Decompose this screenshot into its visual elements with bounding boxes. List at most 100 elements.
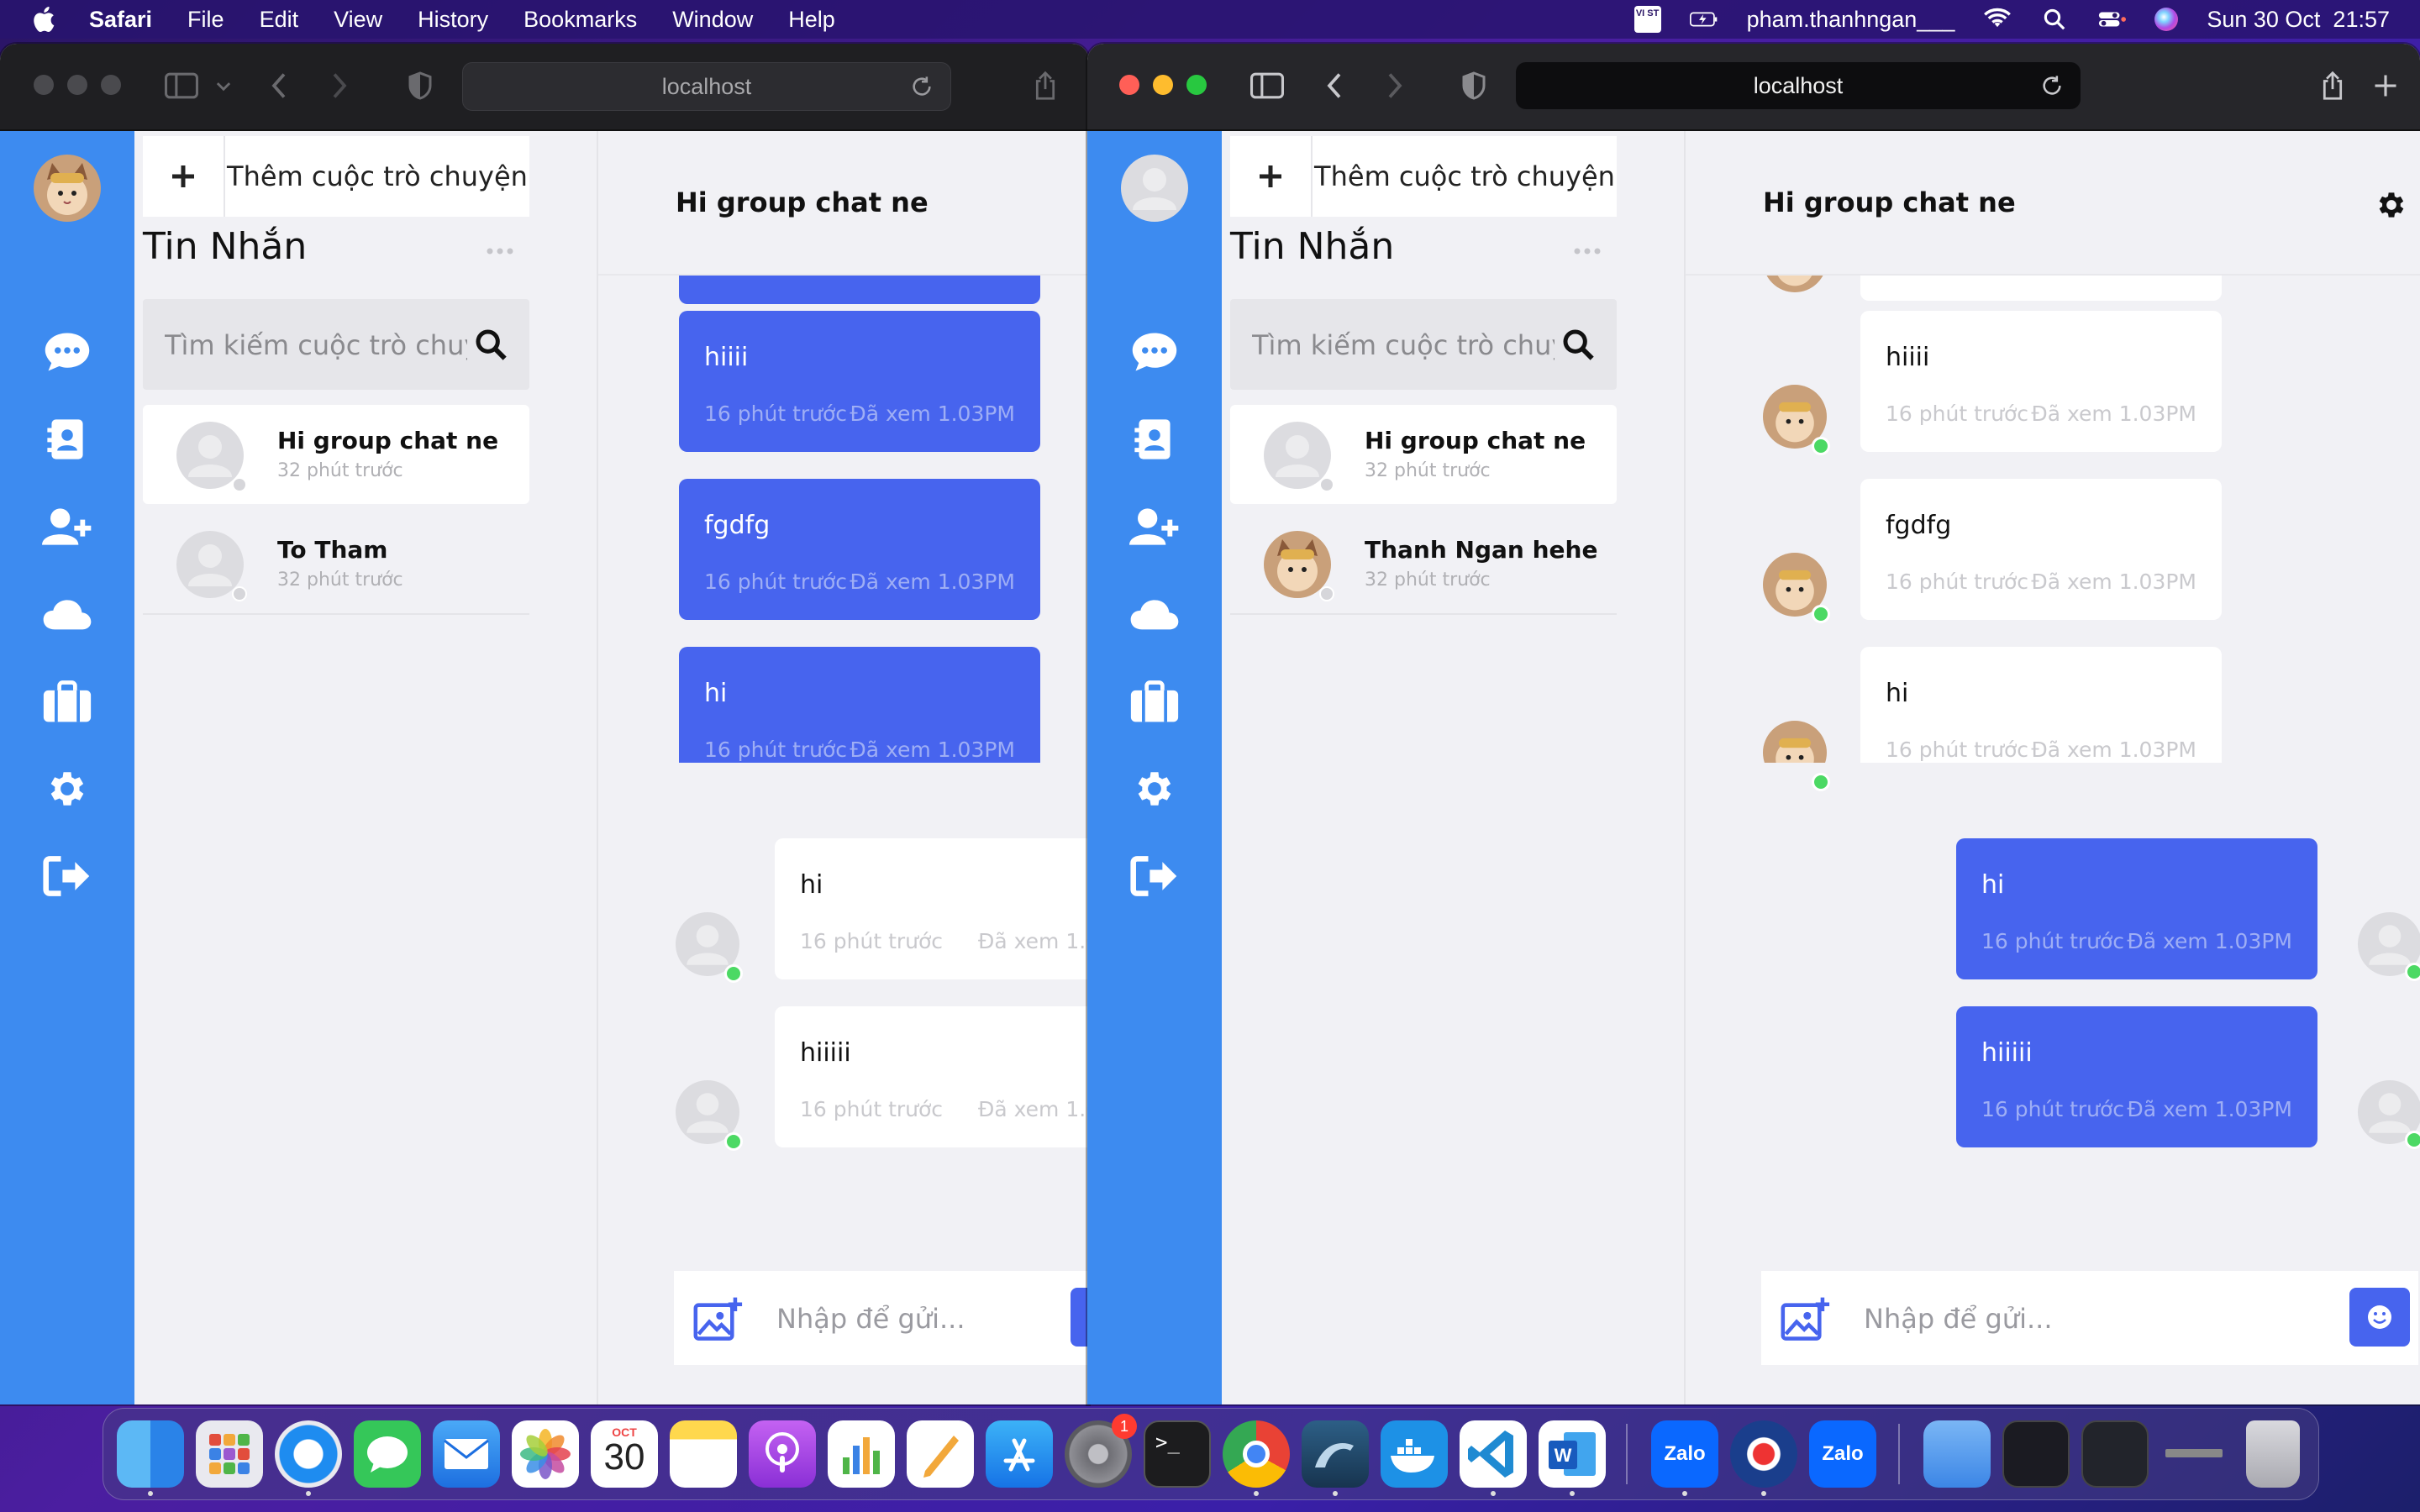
reload-icon[interactable] <box>2040 74 2064 97</box>
conversation-search-input[interactable] <box>1250 299 1556 391</box>
minimized-window-thumbnail[interactable] <box>2081 1420 2149 1488</box>
downloads-folder-icon[interactable] <box>1923 1420 1991 1488</box>
menu-edit[interactable]: Edit <box>260 7 299 33</box>
conversation-search-input[interactable] <box>163 299 469 391</box>
pages-icon[interactable] <box>907 1420 974 1488</box>
user-name[interactable]: pham.thanhngan___ <box>1747 7 1955 33</box>
more-options-icon[interactable] <box>1573 247 1602 255</box>
forward-icon[interactable] <box>1383 71 1407 101</box>
logout-nav-icon[interactable] <box>1129 853 1180 899</box>
contacts-nav-icon[interactable] <box>1129 417 1180 462</box>
add-friend-nav-icon[interactable] <box>42 504 92 549</box>
forward-icon[interactable] <box>328 71 351 101</box>
numbers-icon[interactable] <box>828 1420 895 1488</box>
menu-history[interactable]: History <box>418 7 488 33</box>
message-bubble[interactable]: hi 16 phút trước Đã xem 1.03PM <box>1956 838 2317 979</box>
menu-app-name[interactable]: Safari <box>89 7 152 33</box>
photos-icon[interactable] <box>512 1420 579 1488</box>
trash-icon[interactable] <box>2246 1420 2300 1488</box>
new-conversation-button[interactable]: Thêm cuộc trò chuyện <box>1230 136 1617 217</box>
messages-nav-icon[interactable] <box>1129 329 1180 375</box>
emoji-button[interactable] <box>2349 1288 2410 1347</box>
new-conversation-button[interactable]: Thêm cuộc trò chuyện <box>143 136 529 217</box>
safari-icon[interactable] <box>275 1420 342 1488</box>
share-icon[interactable] <box>1032 71 1059 101</box>
address-bar[interactable]: localhost <box>1516 62 2081 109</box>
message-bubble[interactable]: hi 16 phút trước Đã xem 1.03PM <box>679 647 1040 763</box>
menu-bookmarks[interactable]: Bookmarks <box>523 7 637 33</box>
back-icon[interactable] <box>1323 71 1346 101</box>
emoji-button[interactable] <box>1071 1288 1089 1347</box>
docker-icon[interactable] <box>1381 1420 1448 1488</box>
message-list[interactable]: hiiii 16 phút trước Đã xem 1.03PM fgdfg … <box>1686 276 2420 763</box>
address-bar[interactable]: localhost <box>462 62 951 111</box>
settings-nav-icon[interactable] <box>1129 766 1180 811</box>
logout-nav-icon[interactable] <box>42 853 92 899</box>
cloud-nav-icon[interactable] <box>1129 591 1180 637</box>
messages-nav-icon[interactable] <box>42 329 92 375</box>
battery-icon[interactable] <box>1689 7 1718 32</box>
briefcase-nav-icon[interactable] <box>1129 679 1180 724</box>
mysql-workbench-icon[interactable] <box>1302 1420 1369 1488</box>
chevron-down-icon[interactable] <box>215 71 232 101</box>
new-tab-icon[interactable] <box>2373 71 2398 101</box>
input-source-icon[interactable]: VI ST <box>1634 6 1661 33</box>
minimize-window-button[interactable] <box>67 75 87 95</box>
sidebar-toggle-icon[interactable] <box>1250 71 1284 101</box>
conversation-item[interactable]: Hi group chat ne 32 phút trước <box>143 405 529 504</box>
search-icon[interactable] <box>1561 328 1595 361</box>
contacts-nav-icon[interactable] <box>42 417 92 462</box>
conversation-item[interactable]: Thanh Ngan hehe 32 phút trước <box>1230 514 1617 615</box>
siri-icon[interactable] <box>2154 8 2179 31</box>
minimized-window-thumbnail[interactable] <box>2160 1420 2228 1488</box>
conversation-item[interactable]: To Tham 32 phút trước <box>143 514 529 615</box>
share-icon[interactable] <box>2319 71 2346 101</box>
zalo-icon[interactable]: Zalo <box>1651 1420 1718 1488</box>
launchpad-icon[interactable] <box>196 1420 263 1488</box>
vscode-icon[interactable] <box>1460 1420 1527 1488</box>
zalo-icon[interactable]: Zalo <box>1809 1420 1876 1488</box>
word-icon[interactable]: W <box>1539 1420 1606 1488</box>
messages-icon[interactable] <box>354 1420 421 1488</box>
close-window-button[interactable] <box>1119 75 1139 95</box>
back-icon[interactable] <box>267 71 291 101</box>
search-icon[interactable] <box>474 328 508 361</box>
mail-icon[interactable] <box>433 1420 500 1488</box>
calendar-icon[interactable]: OCT 30 <box>591 1420 658 1488</box>
user-avatar[interactable] <box>1121 155 1188 222</box>
sidebar-toggle-icon[interactable] <box>165 71 198 101</box>
app-store-icon[interactable] <box>986 1420 1053 1488</box>
message-bubble[interactable]: fgdfg 16 phút trước Đã xem 1.03PM <box>679 479 1040 620</box>
message-bubble[interactable]: hiiii 16 phút trước Đã xem 1.03PM <box>679 311 1040 452</box>
minimize-window-button[interactable] <box>1153 75 1173 95</box>
menu-file[interactable]: File <box>187 7 224 33</box>
message-input[interactable] <box>775 1271 1064 1367</box>
control-center-icon[interactable] <box>2097 7 2127 32</box>
briefcase-nav-icon[interactable] <box>42 679 92 724</box>
user-avatar[interactable] <box>34 155 101 222</box>
settings-nav-icon[interactable] <box>42 766 92 811</box>
message-bubble[interactable]: hi 16 phút trước Đã xem 1.03PM <box>1860 647 2222 763</box>
clock-datetime[interactable]: Sun 30 Oct 21:57 <box>2207 7 2390 33</box>
message-bubble[interactable]: hi 16 phút trước Đã xem 1.03 <box>775 838 1089 979</box>
message-bubble[interactable]: hiiii 16 phút trước Đã xem 1.03PM <box>1860 311 2222 452</box>
vpn-icon[interactable] <box>1730 1420 1797 1488</box>
zoom-window-button[interactable] <box>1186 75 1207 95</box>
finder-icon[interactable] <box>117 1420 184 1488</box>
add-friend-nav-icon[interactable] <box>1129 504 1180 549</box>
privacy-shield-icon[interactable] <box>407 71 434 101</box>
wifi-icon[interactable] <box>1983 7 2012 32</box>
close-window-button[interactable] <box>34 75 54 95</box>
apple-menu-icon[interactable] <box>30 4 60 34</box>
chrome-icon[interactable] <box>1223 1420 1290 1488</box>
minimized-window-thumbnail[interactable] <box>2002 1420 2070 1488</box>
reload-icon[interactable] <box>910 75 934 98</box>
cloud-nav-icon[interactable] <box>42 591 92 637</box>
message-list[interactable]: hiiii 16 phút trước Đã xem 1.03PM fgdfg … <box>598 276 1089 763</box>
podcasts-icon[interactable] <box>749 1420 816 1488</box>
conversation-item[interactable]: Hi group chat ne 32 phút trước <box>1230 405 1617 504</box>
attach-image-icon[interactable] <box>692 1294 744 1343</box>
message-input[interactable] <box>1862 1271 2286 1367</box>
message-bubble[interactable] <box>1860 276 2222 301</box>
message-bubble[interactable]: hiiiii 16 phút trước Đã xem 1.03PM <box>1956 1006 2317 1147</box>
